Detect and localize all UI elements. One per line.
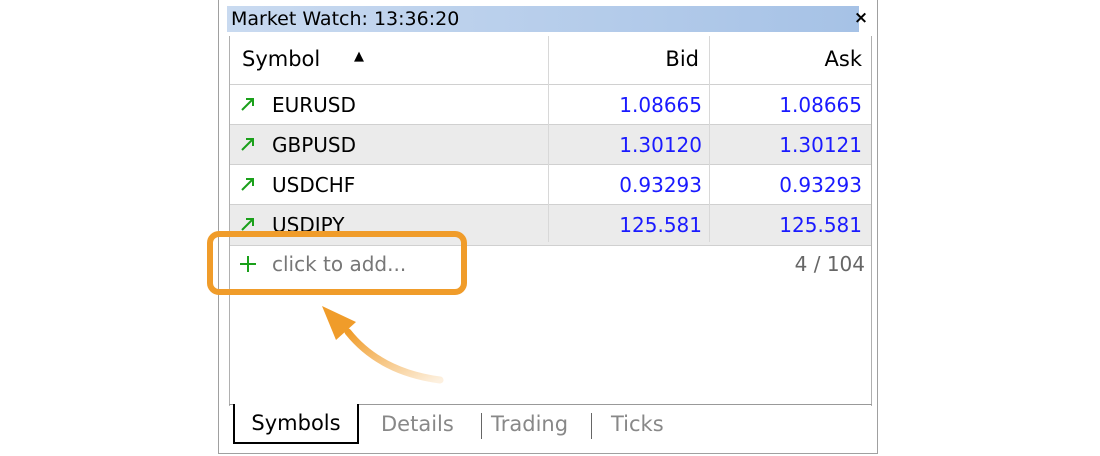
callout-arrow-icon xyxy=(322,306,444,384)
